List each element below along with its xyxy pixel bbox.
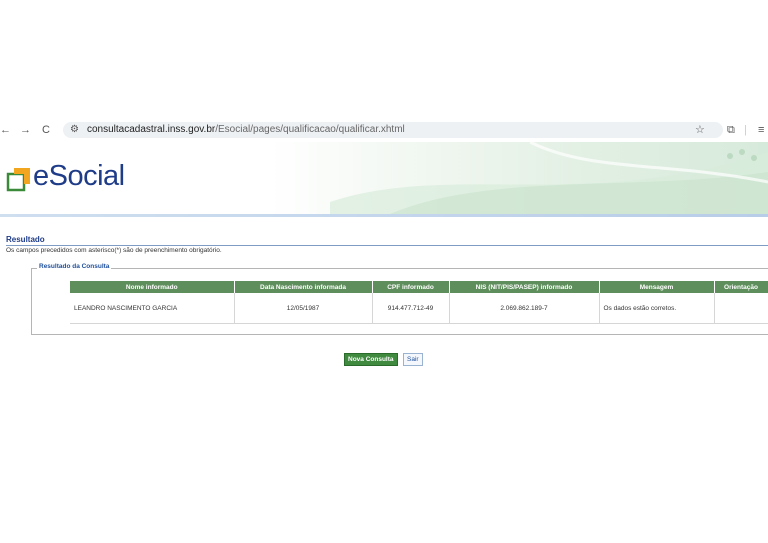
toolbar-divider: | xyxy=(744,124,747,136)
back-arrow-icon[interactable]: ← xyxy=(0,121,11,139)
section-title: Resultado xyxy=(6,235,45,244)
col-header-cpf: CPF informado xyxy=(372,281,450,293)
cell-data-nascimento: 12/05/1987 xyxy=(234,293,373,324)
required-fields-note: Os campos precedidos com asterisco(*) sã… xyxy=(6,247,222,254)
banner-swoosh-graphic xyxy=(330,142,768,214)
col-header-data-nascimento: Data Nascimento informada xyxy=(234,281,373,293)
banner-divider xyxy=(0,214,768,217)
cell-mensagem: Os dados estão corretos. xyxy=(599,293,715,324)
menu-icon[interactable]: ≡ xyxy=(758,121,764,139)
forward-arrow-icon[interactable]: → xyxy=(20,121,31,139)
col-header-nis: NIS (NIT/PIS/PASEP) informado xyxy=(449,281,600,293)
table-row: LEANDRO NASCIMENTO GARCIA 12/05/1987 914… xyxy=(70,293,768,324)
result-table: Nome informado Data Nascimento informada… xyxy=(70,281,768,324)
col-header-mensagem: Mensagem xyxy=(599,281,715,293)
result-legend: Resultado da Consulta xyxy=(37,263,112,270)
url-path: /Esocial/pages/qualificacao/qualificar.x… xyxy=(215,124,405,135)
col-header-nome: Nome informado xyxy=(70,281,235,293)
extensions-icon[interactable]: ⧉ xyxy=(727,121,735,139)
table-header-row: Nome informado Data Nascimento informada… xyxy=(70,281,768,293)
esocial-logo-text: eSocial xyxy=(33,160,125,192)
nova-consulta-button[interactable]: Nova Consulta xyxy=(344,353,398,366)
browser-toolbar: ← → C ⚙ consultacadastral.inss.gov.br/Es… xyxy=(0,121,768,139)
section-divider xyxy=(6,245,768,246)
address-url[interactable]: consultacadastral.inss.gov.br/Esocial/pa… xyxy=(87,122,405,138)
url-host: consultacadastral.inss.gov.br xyxy=(87,124,216,135)
cell-nome: LEANDRO NASCIMENTO GARCIA xyxy=(70,293,235,324)
site-settings-icon[interactable]: ⚙ xyxy=(70,122,79,138)
cell-cpf: 914.477.712-49 xyxy=(372,293,450,324)
cell-orientacao xyxy=(714,293,768,324)
cell-nis: 2.069.862.189-7 xyxy=(449,293,600,324)
col-header-orientacao: Orientação xyxy=(714,281,768,293)
reload-icon[interactable]: C xyxy=(42,121,50,139)
star-icon[interactable]: ☆ xyxy=(695,121,705,139)
sair-button[interactable]: Sair xyxy=(403,353,423,366)
esocial-logo-icon xyxy=(6,168,30,192)
